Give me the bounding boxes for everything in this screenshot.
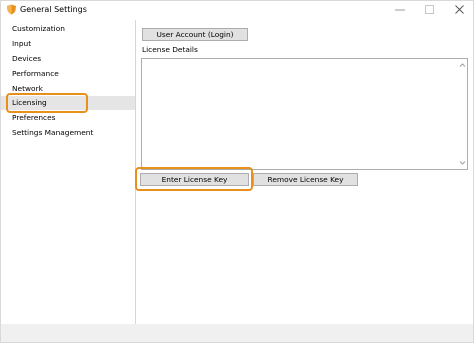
shield-icon — [7, 4, 16, 15]
sidebar-item-devices[interactable]: Devices — [0, 52, 135, 66]
sidebar-item-label: Settings Management — [12, 128, 94, 137]
bottom-status-strip — [0, 324, 474, 343]
chevron-up-icon[interactable] — [459, 62, 466, 68]
minimize-icon — [395, 9, 405, 11]
sidebar-item-label: Performance — [12, 69, 59, 78]
sidebar-item-customization[interactable]: Customization — [0, 22, 135, 36]
minimize-button[interactable] — [386, 0, 414, 20]
title-bar: General Settings — [0, 0, 474, 20]
sidebar-item-performance[interactable]: Performance — [0, 67, 135, 81]
sidebar-item-label: Input — [12, 39, 32, 48]
window-title: General Settings — [20, 5, 87, 14]
close-icon — [455, 5, 464, 14]
license-details-textbox[interactable] — [141, 58, 468, 170]
sidebar-item-input[interactable]: Input — [0, 37, 135, 51]
general-settings-window: General Settings Customization Input Dev… — [0, 0, 474, 343]
sidebar-divider — [135, 20, 136, 324]
license-details-scrollbar[interactable] — [457, 59, 467, 169]
chevron-down-icon[interactable] — [459, 160, 466, 166]
settings-sidebar: Customization Input Devices Performance … — [0, 20, 135, 324]
maximize-button[interactable] — [416, 0, 444, 20]
sidebar-item-network[interactable]: Network — [0, 82, 135, 96]
sidebar-item-label: Preferences — [12, 113, 56, 122]
sidebar-item-label: Devices — [12, 54, 42, 63]
sidebar-item-label: Customization — [12, 24, 65, 33]
close-button[interactable] — [446, 0, 474, 20]
remove-license-key-button[interactable]: Remove License Key — [253, 173, 358, 186]
enter-license-key-button[interactable]: Enter License Key — [140, 173, 249, 186]
sidebar-item-label: Network — [12, 84, 43, 93]
sidebar-item-preferences[interactable]: Preferences — [0, 111, 135, 125]
sidebar-item-label: Licensing — [12, 98, 47, 107]
sidebar-item-licensing[interactable]: Licensing — [0, 96, 135, 110]
sidebar-item-settings-management[interactable]: Settings Management — [0, 126, 135, 140]
user-account-login-button[interactable]: User Account (Login) — [142, 28, 248, 41]
maximize-icon — [425, 5, 434, 14]
license-details-label: License Details — [142, 45, 198, 54]
